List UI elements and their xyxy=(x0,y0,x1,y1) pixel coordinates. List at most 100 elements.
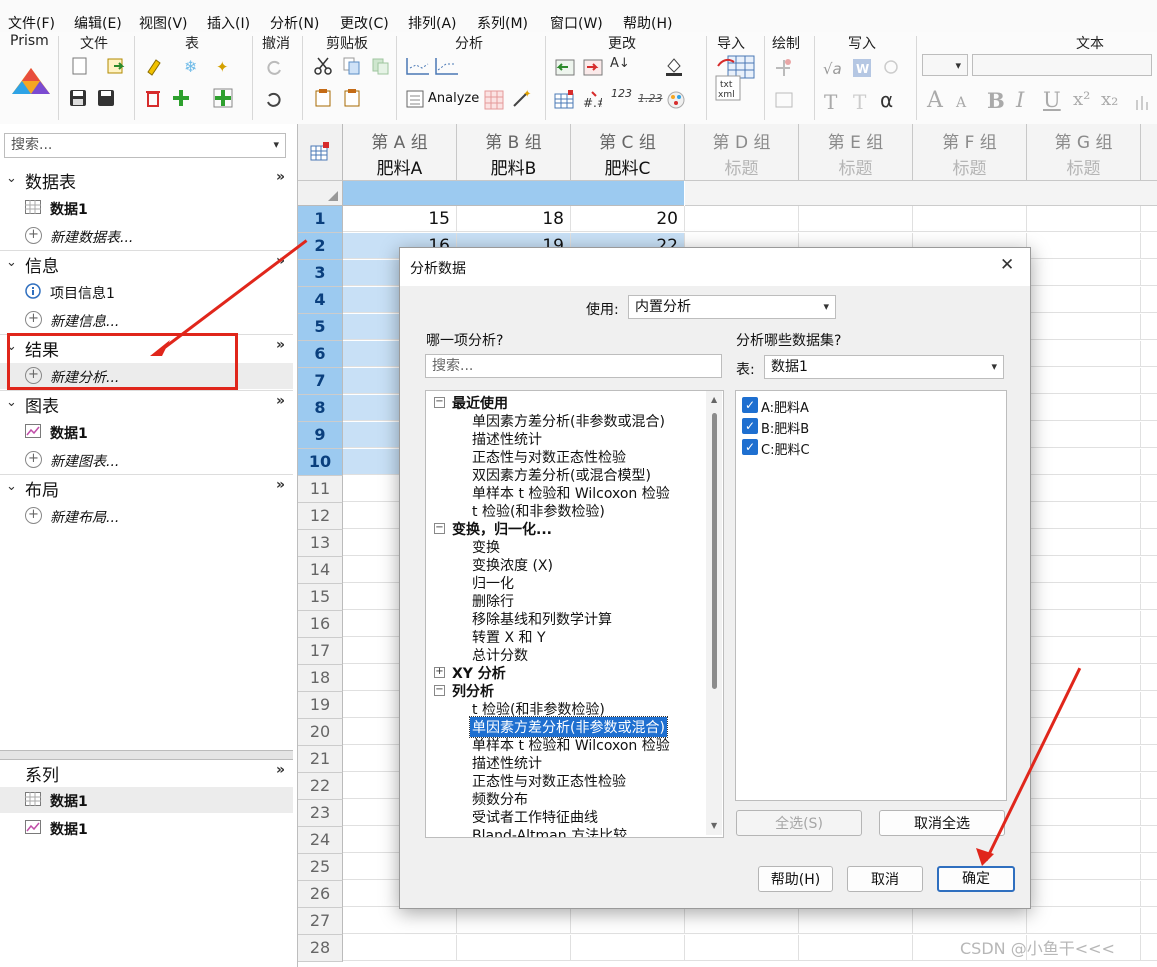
sidebar-item-new-layout[interactable]: + 新建布局... xyxy=(0,503,293,529)
table-cell[interactable] xyxy=(1027,395,1141,421)
section-info[interactable]: ⌄ 信息 » xyxy=(0,250,293,277)
insert-equation-icon[interactable]: √a xyxy=(823,60,842,78)
row-number[interactable]: 13 xyxy=(298,530,343,557)
row-number[interactable]: 5 xyxy=(298,314,343,341)
table-cell[interactable]: 20 xyxy=(571,206,685,232)
table-cell[interactable] xyxy=(1141,719,1157,745)
row-number[interactable]: 17 xyxy=(298,638,343,665)
section-graphs[interactable]: ⌄ 图表 » xyxy=(0,390,293,417)
table-cell[interactable] xyxy=(1027,854,1141,880)
tree-item[interactable]: 正态性与对数正态性检验 xyxy=(426,771,706,790)
deselect-all-button[interactable]: 取消全选 xyxy=(879,810,1005,836)
table-cell[interactable] xyxy=(1141,422,1157,448)
menu-window[interactable]: 窗口(W) xyxy=(550,13,603,33)
info-lightbulb-icon[interactable] xyxy=(881,58,901,78)
underline-icon[interactable]: U xyxy=(1043,88,1061,112)
dataset-item-b[interactable]: ✓ B:肥料B xyxy=(736,416,996,437)
row-number[interactable]: 6 xyxy=(298,341,343,368)
tree-item[interactable]: 变换浓度 (X) xyxy=(426,555,706,574)
row-number[interactable]: 2 xyxy=(298,233,343,260)
paste-link-icon[interactable] xyxy=(342,88,362,108)
table-cell[interactable] xyxy=(571,908,685,934)
font-style-select[interactable]: ▾ xyxy=(922,54,968,76)
table-cell[interactable] xyxy=(913,908,1027,934)
table-cell[interactable] xyxy=(1027,341,1141,367)
menu-change[interactable]: 更改(C) xyxy=(340,13,389,33)
menu-help[interactable]: 帮助(H) xyxy=(623,13,672,33)
sidebar-item-new-graph[interactable]: + 新建图表... xyxy=(0,447,293,473)
table-cell[interactable] xyxy=(1027,800,1141,826)
redo-icon[interactable] xyxy=(264,56,284,76)
collapse-icon[interactable]: − xyxy=(434,685,445,696)
tree-scrollbar[interactable]: ▲ ▼ xyxy=(706,391,722,835)
row-number[interactable]: 20 xyxy=(298,719,343,746)
save-as-icon[interactable] xyxy=(96,88,116,108)
checkbox-checked-icon[interactable]: ✓ xyxy=(742,439,758,455)
close-icon[interactable]: ✕ xyxy=(1000,255,1014,275)
collapse-icon[interactable]: − xyxy=(434,523,445,534)
row-number[interactable]: 22 xyxy=(298,773,343,800)
table-cell[interactable] xyxy=(685,206,799,232)
analysis-tree[interactable]: − 最近使用 单因素方差分析(非参数或混合) 描述性统计 正态性与对数正态性检验 双因素方… xyxy=(425,390,724,838)
tree-item[interactable]: 删除行 xyxy=(426,591,706,610)
column-header-c[interactable]: 第 C 组 肥料C xyxy=(571,124,685,181)
row-number[interactable]: 9 xyxy=(298,422,343,449)
move-right-icon[interactable] xyxy=(583,58,603,78)
insert-rows-icon[interactable] xyxy=(554,90,574,110)
number-format-icon[interactable]: #.# xyxy=(582,90,602,110)
checkbox-checked-icon[interactable]: ✓ xyxy=(742,397,758,413)
table-cell[interactable] xyxy=(1027,287,1141,313)
scroll-down-icon[interactable]: ▼ xyxy=(711,821,717,830)
cut-icon[interactable] xyxy=(313,56,333,76)
analyze-button[interactable]: Analyze xyxy=(406,88,479,112)
insert-word-icon[interactable]: W xyxy=(852,58,872,78)
sidebar-item-data1[interactable]: 数据1 xyxy=(0,195,293,221)
table-cell[interactable] xyxy=(799,935,913,961)
tree-category[interactable]: − 变换，归一化... xyxy=(426,519,706,538)
row-number[interactable]: 18 xyxy=(298,665,343,692)
menu-file[interactable]: 文件(F) xyxy=(8,13,55,33)
table-cell[interactable] xyxy=(1027,206,1141,232)
table-select[interactable]: 数据1 ▾ xyxy=(764,355,1004,379)
tree-category[interactable]: + XY 分析 xyxy=(426,663,706,682)
use-select[interactable]: 内置分析 ▾ xyxy=(628,295,836,319)
checkbox-checked-icon[interactable]: ✓ xyxy=(742,418,758,434)
dataset-item-c[interactable]: ✓ C:肥料C xyxy=(736,437,996,458)
tree-item[interactable]: 双因素方差分析(或混合模型) xyxy=(426,465,706,484)
column-header-d[interactable]: 第 D 组 标题 xyxy=(685,124,799,181)
undo-icon[interactable] xyxy=(264,88,284,108)
table-cell[interactable] xyxy=(1027,449,1141,475)
menu-family[interactable]: 系列(M) xyxy=(477,13,528,33)
save-icon[interactable] xyxy=(68,88,88,108)
table-cell[interactable] xyxy=(1027,422,1141,448)
subscript-icon[interactable]: x₂ xyxy=(1101,89,1118,110)
menu-arrange[interactable]: 排列(A) xyxy=(408,13,457,33)
section-layouts[interactable]: ⌄ 布局 » xyxy=(0,474,293,501)
table-cell[interactable] xyxy=(1141,476,1157,502)
table-cell[interactable] xyxy=(913,206,1027,232)
table-cell[interactable] xyxy=(1141,665,1157,691)
table-cell[interactable] xyxy=(1027,260,1141,286)
row-number[interactable]: 1 xyxy=(298,206,343,233)
row-number[interactable]: 23 xyxy=(298,800,343,827)
table-cell[interactable]: 15 xyxy=(343,206,457,232)
superscript-icon[interactable]: x² xyxy=(1073,89,1090,110)
table-cell[interactable] xyxy=(1141,584,1157,610)
tree-item[interactable]: 单样本 t 检验和 Wilcoxon 检验 xyxy=(426,735,706,754)
table-cell[interactable] xyxy=(1027,503,1141,529)
column-header-a[interactable]: 第 A 组 肥料A xyxy=(343,124,457,181)
row-number[interactable]: 7 xyxy=(298,368,343,395)
table-cell[interactable] xyxy=(1141,449,1157,475)
table-cell[interactable] xyxy=(1141,395,1157,421)
table-cell[interactable] xyxy=(1027,314,1141,340)
decimal-decrease-icon[interactable]: 1.23 xyxy=(638,92,663,105)
tree-scrollbar-thumb[interactable] xyxy=(712,413,717,689)
table-cell[interactable] xyxy=(1027,773,1141,799)
row-number[interactable]: 15 xyxy=(298,584,343,611)
row-number[interactable]: 27 xyxy=(298,908,343,935)
menu-edit[interactable]: 编辑(E) xyxy=(74,13,122,33)
table-cell[interactable] xyxy=(1141,611,1157,637)
table-cell[interactable] xyxy=(1027,665,1141,691)
table-cell[interactable] xyxy=(1027,476,1141,502)
row-number[interactable]: 19 xyxy=(298,692,343,719)
